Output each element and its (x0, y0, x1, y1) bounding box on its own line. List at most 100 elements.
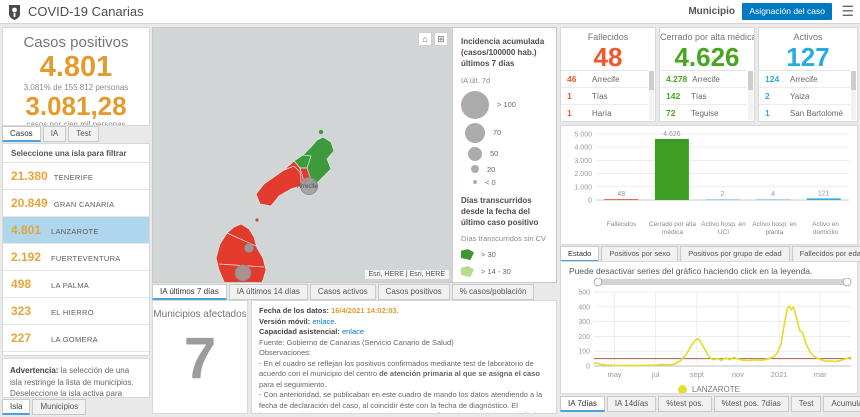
tab-casos-positivos[interactable]: Casos positivos (378, 284, 450, 300)
tab-pct-casos[interactable]: % casos/población (452, 284, 535, 300)
lanzarote-legend-label: LANZAROTE (692, 385, 740, 394)
svg-text:4.626: 4.626 (663, 131, 681, 138)
tab-estado[interactable]: Estado (560, 246, 599, 262)
card-row: 1Haría (561, 105, 648, 122)
island-row-gran-canaria[interactable]: 20.849 GRAN CANARIA (3, 190, 149, 217)
tab-isla[interactable]: Isla (2, 399, 30, 415)
island-value: 20.849 (11, 196, 48, 210)
category-label: Activo hosp. en planta (749, 221, 800, 237)
svg-text:4.000: 4.000 (574, 145, 592, 152)
scrollbar[interactable] (851, 71, 856, 120)
tab-ia-7dias[interactable]: IA últimos 7 días (152, 284, 227, 300)
scrollbar-thumb[interactable] (748, 71, 753, 90)
scrollbar[interactable] (748, 71, 753, 120)
municipios-title: Municipios afectados (153, 309, 247, 320)
info-version-line: Versión móvil: enlace. (259, 317, 549, 328)
scrollbar-thumb[interactable] (851, 71, 856, 90)
lanzarote-red-west (256, 166, 301, 206)
row-name: Arrecife (790, 75, 818, 84)
map-attribution: Esri, HERE | Esri, HERE (365, 270, 450, 279)
island-name: LA GOMERA (51, 335, 98, 344)
assign-case-button[interactable]: Asignación del caso (742, 3, 832, 20)
card-row: 72Teguise (660, 105, 747, 122)
bar-1 (655, 139, 689, 200)
card-title: Activos (759, 32, 857, 42)
tab-test[interactable]: Test (68, 126, 99, 142)
info-panel: Fecha de los datos: 16/4/2021 14:02:03. … (251, 300, 557, 414)
tab-positivos-sexo[interactable]: Positivos por sexo (601, 246, 678, 262)
tab-municipios[interactable]: Municipios (32, 399, 86, 415)
island-value: 323 (11, 304, 45, 318)
tab-test[interactable]: Test (791, 396, 822, 412)
svg-text:400: 400 (578, 304, 590, 311)
svg-text:48: 48 (617, 191, 625, 198)
category-label: Activo hosp. en UCI (698, 221, 749, 237)
svg-text:jul: jul (651, 370, 660, 379)
tab-ia14[interactable]: IA 14días (607, 396, 656, 412)
p1-c: para el seguimiento. (259, 380, 327, 389)
island-list-header: Seleccione una isla para filtrar (3, 144, 149, 163)
positives-tabs: Casos IA Test (2, 126, 99, 142)
size-label: > 100 (497, 100, 516, 109)
island-row-lanzarote[interactable]: 4.801 LANZAROTE (3, 217, 149, 244)
range-handle-left (594, 278, 602, 286)
scrollbar[interactable] (649, 71, 654, 120)
version-link[interactable]: enlace. (312, 317, 336, 326)
row-value: 124 (765, 74, 785, 84)
estado-bar-chart[interactable]: 01.0002.0003.0004.0005.000484.62624121 (561, 126, 857, 216)
tab-test-pos-7[interactable]: %test pos. 7días (714, 396, 789, 412)
legend-title: Incidencia acumulada (casos/100000 hab.)… (461, 36, 548, 70)
island-row-fuerteventura[interactable]: 2.192 FUERTEVENTURA (3, 244, 149, 271)
p2-a: - Con anterioridad, se publicaban en est… (259, 390, 543, 414)
row-value: 2 (765, 91, 785, 101)
tab-ia[interactable]: IA (43, 126, 67, 142)
legend-size-label: IA últ. 7d (461, 76, 548, 85)
card-row: 124 Arrecife (759, 71, 850, 88)
card-row: 1 Tías (561, 88, 648, 105)
info-obs-title: Observaciones: (259, 348, 549, 359)
timeline-line-chart[interactable]: 0100200300400500mayjulseptnov2021mar (561, 278, 857, 382)
row-name: Teguise (691, 109, 719, 118)
capacidad-link[interactable]: enlace (342, 327, 364, 336)
tab-fallecidos-edad-sexo[interactable]: Fallecidos por edad y sexo (792, 246, 860, 262)
tab-ia7[interactable]: IA 7días (560, 396, 605, 412)
row-name: Tías (592, 92, 608, 101)
tab-casos[interactable]: Casos (2, 126, 41, 142)
info-fecha-line: Fecha de los datos: 16/4/2021 14:02:03. (259, 306, 549, 317)
card-activos: Activos 127 124Arrecife 2Yaiza 1San Bart… (758, 27, 858, 122)
tab-positivos-edad[interactable]: Positivos por grupo de edad (680, 246, 789, 262)
fecha-label: Fecha de los datos: (259, 306, 329, 315)
chart-range-scrollbar (594, 279, 851, 285)
map-home-icon[interactable]: ⌂ (418, 32, 432, 46)
row-value: 142 (666, 91, 686, 101)
svg-text:500: 500 (578, 290, 590, 297)
island-row-el-hierro[interactable]: 323 EL HIERRO (3, 298, 149, 325)
svg-text:3.000: 3.000 (574, 158, 592, 165)
row-name: Arrecife (692, 75, 720, 84)
hamburger-menu-icon[interactable]: ☰ (841, 3, 854, 20)
legend-size-row: < 0 (461, 178, 548, 187)
island-row-tenerife[interactable]: 21.380 TENERIFE (3, 163, 149, 190)
bar-2 (706, 199, 740, 200)
tab-acumulado[interactable]: Acumulado (823, 396, 860, 412)
island-name: GRAN CANARIA (54, 200, 115, 209)
map-extent-icon[interactable]: ⊞ (434, 32, 448, 46)
svg-text:2.000: 2.000 (574, 171, 592, 178)
island-row-la-gomera[interactable]: 227 LA GOMERA (3, 325, 149, 352)
tab-casos-activos[interactable]: Casos activos (310, 284, 376, 300)
lanzarote-legend-dot-icon (678, 385, 687, 394)
scrollbar-thumb[interactable] (649, 71, 654, 90)
map-legend: Incidencia acumulada (casos/100000 hab.)… (452, 28, 556, 282)
svg-text:1.000: 1.000 (574, 184, 592, 191)
timeline-legend[interactable]: LANZAROTE (561, 385, 857, 394)
row-name: Haría (592, 109, 612, 118)
positives-rate: 3.081,28 (3, 92, 149, 120)
tab-ia-14dias[interactable]: IA últimos 14 días (229, 284, 308, 300)
map-panel[interactable]: Arrecife ⌂ ⊞ Esri, HERE | Esri, HERE Inc… (152, 27, 557, 283)
svg-text:4: 4 (771, 191, 775, 198)
svg-text:mar: mar (814, 370, 827, 379)
tab-test-pos[interactable]: %test pos. (658, 396, 711, 412)
legend-size-row: 50 (461, 147, 548, 161)
island-row-la-palma[interactable]: 498 LA PALMA (3, 271, 149, 298)
row-value: 1 (567, 91, 587, 101)
